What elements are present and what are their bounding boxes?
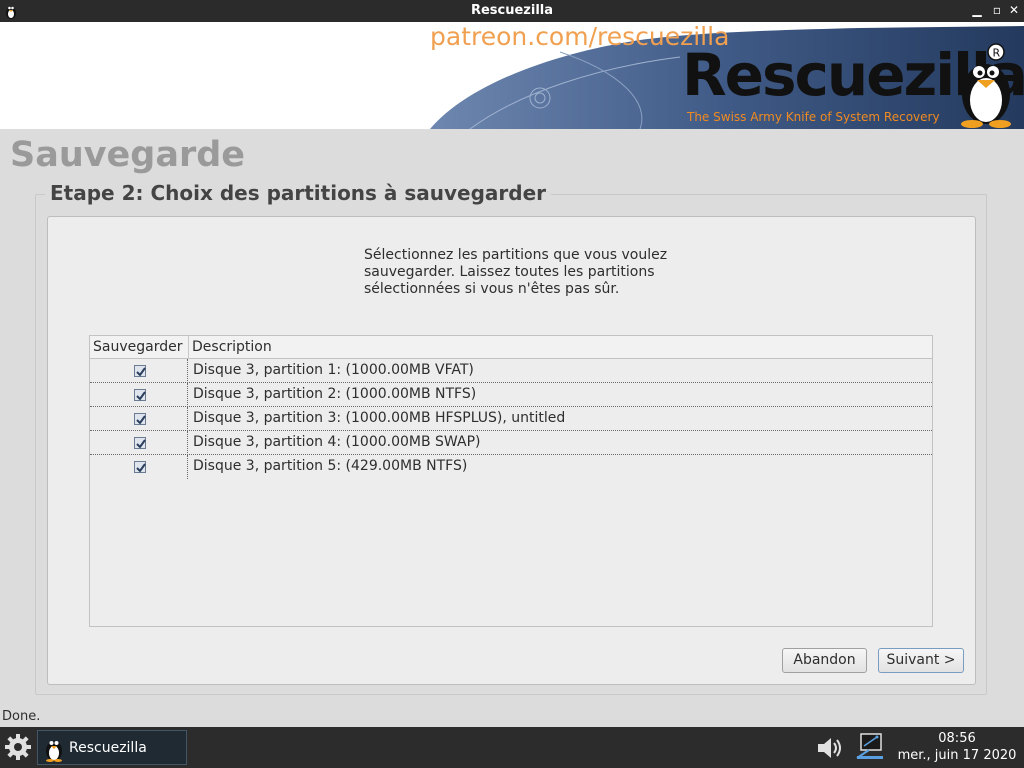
partition-description: Disque 3, partition 2: (1000.00MB NTFS) (193, 386, 477, 402)
checkbox-cell (90, 407, 188, 431)
taskbar: Rescuezilla 08:56 mer., juin 17 2020 (0, 727, 1024, 768)
partition-checkbox[interactable] (134, 437, 146, 449)
partition-description: Disque 3, partition 4: (1000.00MB SWAP) (193, 434, 481, 450)
checkmark-icon (136, 391, 146, 401)
column-header-description[interactable]: Description (192, 339, 272, 355)
clock-time: 08:56 (938, 731, 976, 746)
clock-date: mer., juin 17 2020 (897, 748, 1017, 763)
close-icon[interactable]: ✕ (1006, 2, 1022, 18)
checkmark-icon (136, 439, 146, 449)
column-header-sauvegarder[interactable]: Sauvegarder (93, 339, 182, 355)
status-text: Done. (2, 709, 41, 724)
taskbar-item-rescuezilla[interactable]: Rescuezilla (37, 730, 187, 765)
table-row[interactable]: Disque 3, partition 3: (1000.00MB HFSPLU… (90, 407, 932, 431)
step-title: Etape 2: Choix des partitions à sauvegar… (45, 181, 552, 205)
minimize-icon[interactable]: ▁ (969, 2, 985, 18)
partition-table: Sauvegarder Description Disque 3, partit… (89, 335, 933, 627)
window-title: Rescuezilla (470, 3, 554, 18)
volume-icon[interactable] (816, 735, 846, 761)
checkbox-cell (90, 455, 188, 479)
table-header: Sauvegarder Description (90, 336, 932, 359)
rescuezilla-tagline: The Swiss Army Knife of System Recovery (687, 110, 940, 124)
tux-icon (46, 741, 62, 762)
abandon-button[interactable]: Abandon (782, 648, 867, 673)
checkmark-icon (136, 367, 146, 377)
checkmark-icon (136, 415, 146, 425)
partition-checkbox[interactable] (134, 413, 146, 425)
gear-icon[interactable] (3, 732, 33, 762)
maximize-icon[interactable]: ▫ (989, 2, 1005, 18)
partition-description: Disque 3, partition 3: (1000.00MB HFSPLU… (193, 410, 566, 426)
column-separator (188, 336, 189, 359)
partition-checkbox[interactable] (134, 389, 146, 401)
instructions-text: Sélectionnez les partitions que vous vou… (364, 247, 668, 297)
checkmark-icon (136, 463, 146, 473)
table-row[interactable]: Disque 3, partition 2: (1000.00MB NTFS) (90, 383, 932, 407)
partition-description: Disque 3, partition 1: (1000.00MB VFAT) (193, 362, 474, 378)
partition-checkbox[interactable] (134, 461, 146, 473)
partition-checkbox[interactable] (134, 365, 146, 377)
window-titlebar: Rescuezilla ▁ ▫ ✕ (0, 0, 1024, 22)
taskbar-clock[interactable]: 08:56 mer., juin 17 2020 (893, 730, 1021, 764)
checkbox-cell (90, 383, 188, 407)
partition-description: Disque 3, partition 5: (429.00MB NTFS) (193, 458, 468, 474)
checkbox-cell (90, 359, 188, 383)
table-row[interactable]: Disque 3, partition 4: (1000.00MB SWAP) (90, 431, 932, 455)
page-title: Sauvegarde (10, 135, 246, 175)
table-row[interactable]: Disque 3, partition 5: (429.00MB NTFS) (90, 455, 932, 479)
tux-mascot-icon: R (961, 43, 1011, 128)
svg-text:R: R (993, 47, 1001, 60)
next-button[interactable]: Suivant > (878, 648, 964, 673)
taskbar-item-label: Rescuezilla (69, 740, 147, 756)
table-row[interactable]: Disque 3, partition 1: (1000.00MB VFAT) (90, 359, 932, 383)
network-icon[interactable] (855, 732, 885, 762)
checkbox-cell (90, 431, 188, 455)
banner: patreon.com/rescuezilla Rescuezilla The … (0, 22, 1024, 129)
